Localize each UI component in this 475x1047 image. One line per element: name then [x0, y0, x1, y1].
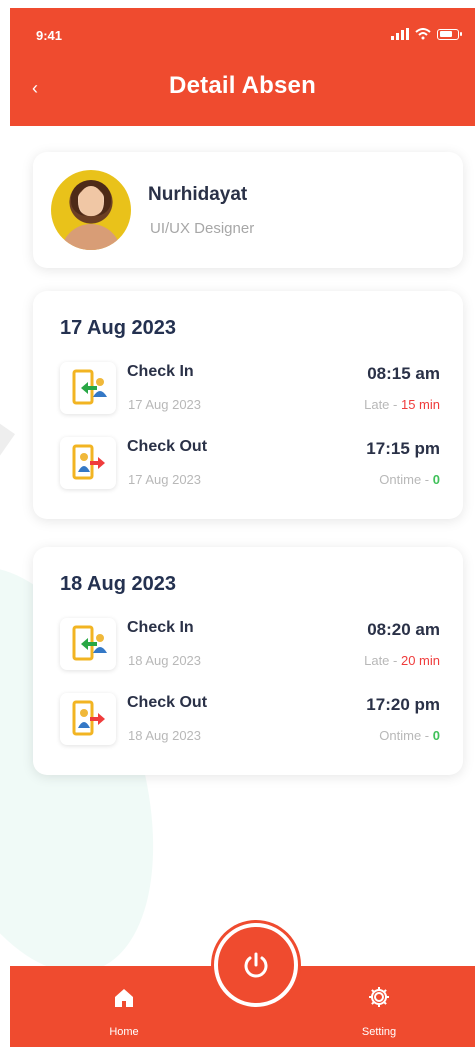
attendance-date: 18 Aug 2023 — [60, 573, 176, 595]
check-out-entry[interactable]: Check Out 18 Aug 2023 17:20 pm Ontime - … — [60, 690, 440, 748]
battery-icon — [437, 29, 462, 40]
entry-date: 17 Aug 2023 — [128, 397, 202, 412]
entry-label: Check Out — [127, 694, 208, 711]
status-icons — [391, 28, 462, 40]
profile-card: Nurhidayat UI/UX Designer — [33, 152, 463, 268]
status-prefix: Ontime - — [379, 472, 433, 487]
home-icon — [115, 989, 133, 1007]
ontime-value: 0 — [432, 472, 440, 487]
nav-home-label: Home — [109, 1026, 139, 1038]
status-time: 9:41 — [36, 28, 63, 43]
attendance-card: 17 Aug 2023 Check In 17 Aug 2023 08:15 a… — [33, 291, 463, 519]
check-in-entry[interactable]: Check In 18 Aug 2023 08:20 am Late - 20 … — [60, 615, 440, 673]
attendance-date: 17 Aug 2023 — [60, 317, 176, 339]
status-bar: 9:41 — [10, 8, 475, 56]
status-prefix: Late - — [364, 397, 401, 412]
attendance-card: 18 Aug 2023 Check In 18 Aug 2023 08:20 a… — [33, 547, 463, 775]
entry-time: 08:20 am — [367, 620, 440, 639]
wifi-icon — [415, 28, 431, 40]
ontime-value: 0 — [432, 728, 440, 743]
check-in-icon — [60, 362, 116, 414]
avatar — [51, 170, 131, 250]
entry-label: Check In — [127, 619, 194, 636]
entry-date: 18 Aug 2023 — [128, 653, 202, 668]
nav-setting-label: Setting — [361, 1026, 397, 1038]
nav-setting[interactable]: Setting — [343, 980, 415, 1040]
page-title: Detail Absen — [169, 72, 316, 99]
status-text: Late - 15 min — [364, 397, 440, 412]
entry-time: 17:20 pm — [366, 695, 440, 714]
late-minutes: 20 min — [400, 653, 440, 668]
entry-time: 17:15 pm — [366, 439, 440, 458]
check-out-entry[interactable]: Check Out 17 Aug 2023 17:15 pm Ontime - … — [60, 434, 440, 492]
check-in-entry[interactable]: Check In 17 Aug 2023 08:15 am Late - 15 … — [60, 359, 440, 417]
check-in-icon — [60, 618, 116, 670]
entry-label: Check Out — [127, 438, 208, 455]
power-button[interactable] — [214, 923, 298, 1007]
gear-icon — [369, 987, 389, 1007]
entry-time: 08:15 am — [367, 364, 440, 383]
power-icon — [244, 952, 268, 978]
signal-icon — [391, 28, 409, 40]
entry-label: Check In — [127, 363, 194, 380]
check-out-icon — [60, 693, 116, 745]
profile-role: UI/UX Designer — [150, 220, 255, 237]
status-text: Late - 20 min — [364, 653, 440, 668]
background-shape — [0, 411, 15, 459]
entry-date: 17 Aug 2023 — [128, 472, 202, 487]
app-header: 9:41 ‹ Detail Absen — [10, 8, 475, 126]
status-text: Ontime - 0 — [379, 728, 440, 743]
profile-name: Nurhidayat — [148, 184, 248, 205]
check-out-icon — [60, 437, 116, 489]
late-minutes: 15 min — [400, 397, 440, 412]
entry-date: 18 Aug 2023 — [128, 728, 202, 743]
status-prefix: Late - — [364, 653, 401, 668]
status-text: Ontime - 0 — [379, 472, 440, 487]
status-prefix: Ontime - — [379, 728, 433, 743]
nav-home[interactable]: Home — [88, 980, 160, 1040]
